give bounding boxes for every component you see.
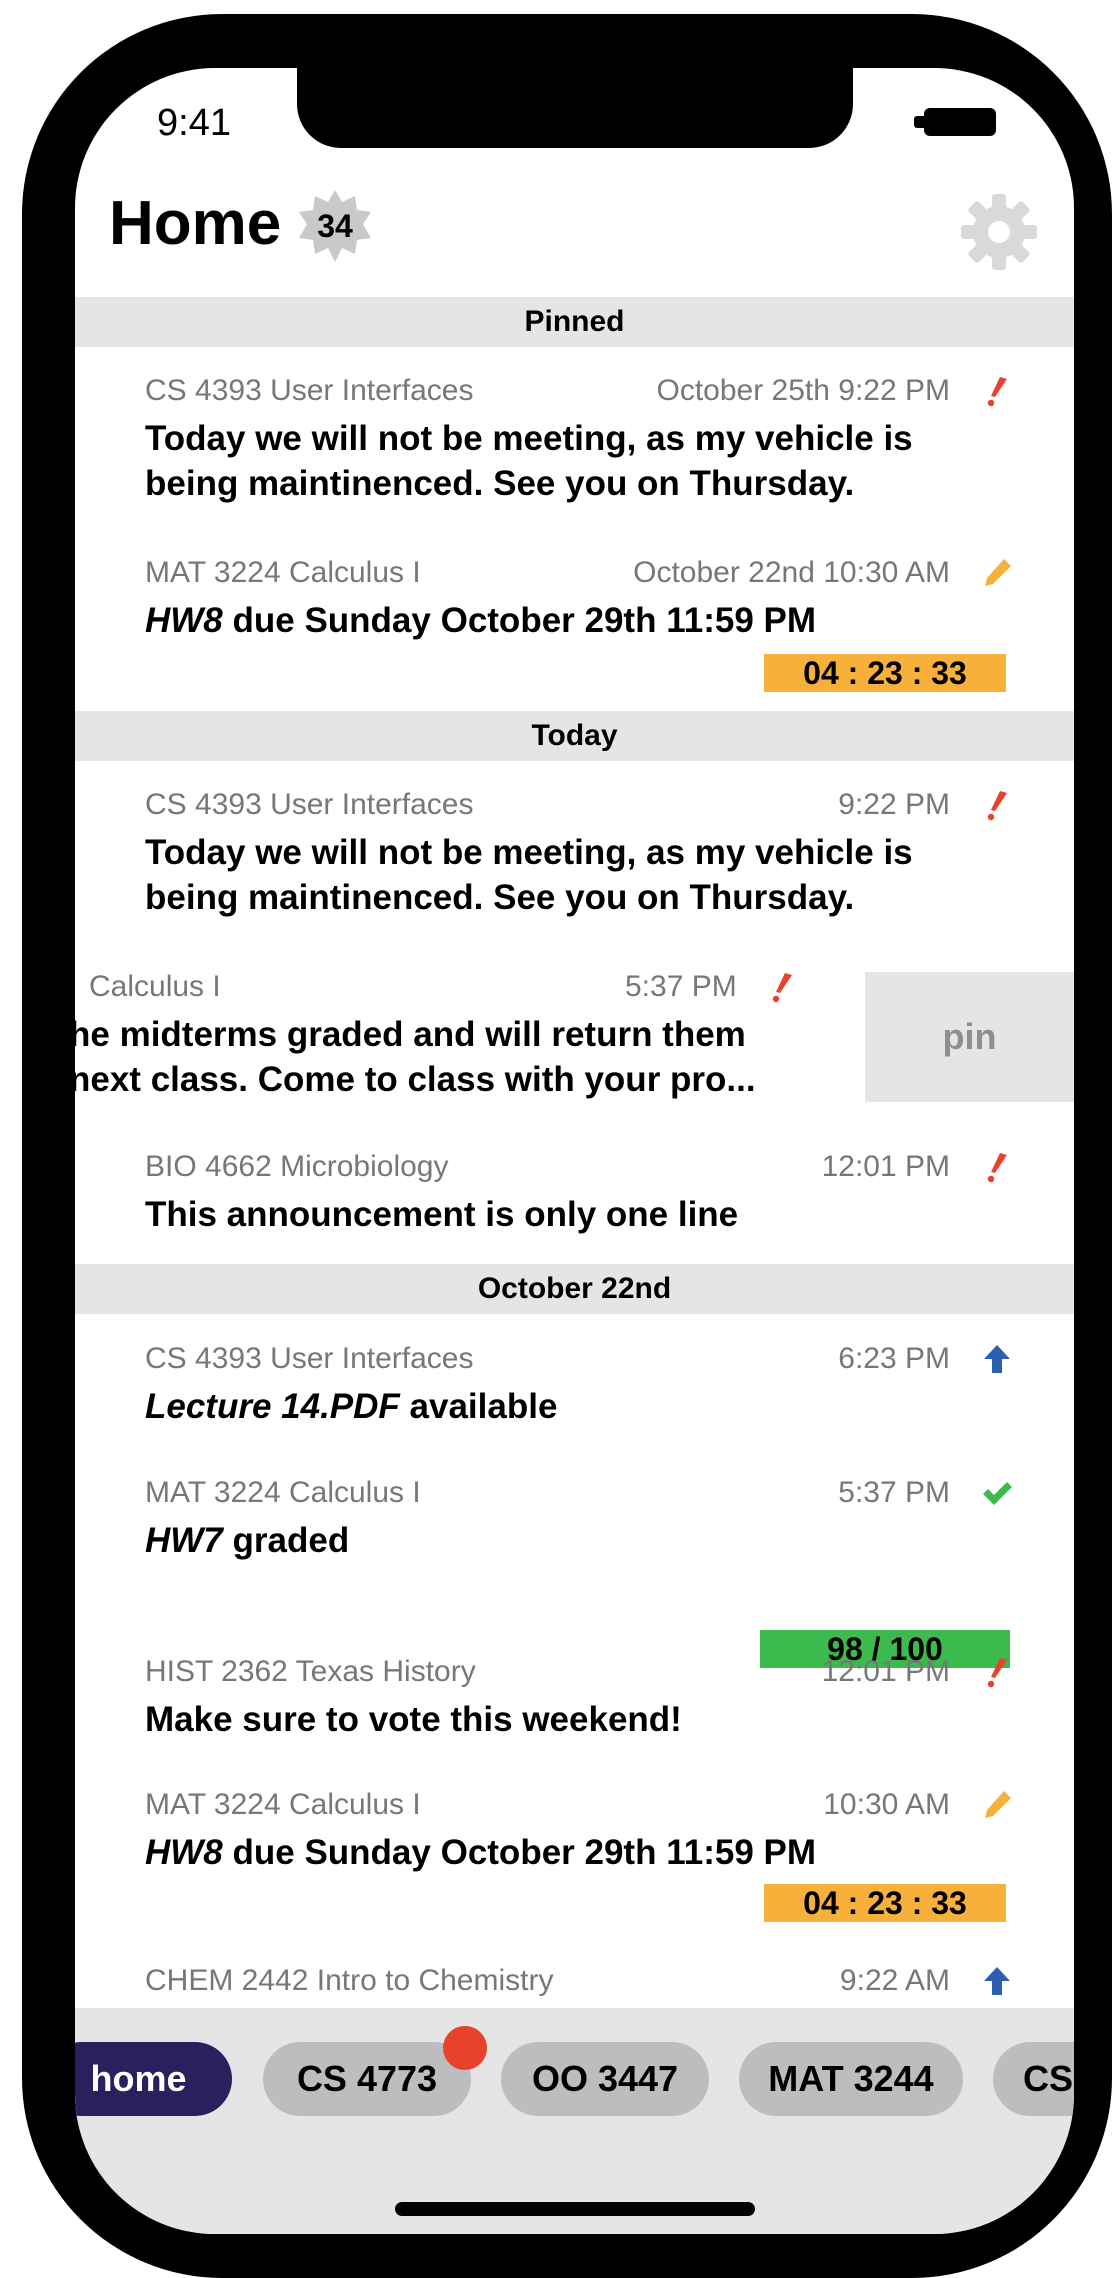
tab-oo-3447[interactable]: OO 3447 (501, 2042, 709, 2116)
exclamation-icon (987, 1658, 1007, 1688)
announcement-text: Lecture 14.PDF available (145, 1384, 1005, 1429)
file-name: Lecture 14.PDF (145, 1387, 400, 1426)
exclamation-icon (772, 973, 792, 1003)
tab-home[interactable]: home (75, 2042, 232, 2116)
notification-badge[interactable]: 34 (297, 188, 373, 264)
timestamp: 5:37 PM (625, 970, 737, 1003)
status-time: 9:41 (157, 102, 231, 144)
timestamp: 9:22 AM (839, 1964, 950, 1997)
timestamp: 12:01 PM (821, 1655, 950, 1688)
announcement-rest: graded (222, 1521, 350, 1560)
announcement-rest: due Sunday October 29th 11:59 PM (222, 1833, 817, 1872)
timestamp: 6:23 PM (838, 1342, 950, 1375)
announcement-text: Today we will not be meeting, as my vehi… (145, 833, 913, 917)
announcement-rest: due Sunday October 29th 11:59 PM (222, 601, 817, 640)
announcement-text: HW8 due Sunday October 29th 11:59 PM (145, 1830, 1005, 1875)
announcement-text-line2: next class. Come to class with your pro.… (75, 1060, 756, 1099)
section-header-october-22nd: October 22nd (75, 1264, 1074, 1314)
upload-arrow-icon (984, 1967, 1010, 1995)
announcement-text: HW8 due Sunday October 29th 11:59 PM (145, 598, 1005, 643)
countdown-timer: 04 : 23 : 33 (764, 654, 1006, 692)
announcement-text-line1: he midterms graded and will return them (75, 1015, 746, 1054)
phone-screen: 9:41 Home 34 Pinned CS 4393 User Interfa… (75, 68, 1074, 2234)
pencil-icon (985, 559, 1011, 586)
course-name: MAT 3224 Calculus I (145, 556, 421, 589)
pencil-icon (985, 1791, 1011, 1818)
announcement-text: Make sure to vote this weekend! (145, 1700, 682, 1739)
tab-mat-3244[interactable]: MAT 3244 (739, 2042, 963, 2116)
course-name: CHEM 2442 Intro to Chemistry (145, 1964, 554, 1997)
checkmark-icon (983, 1482, 1012, 1505)
notch (297, 68, 853, 148)
exclamation-icon (987, 791, 1007, 821)
course-tab-bar: home CS 4773 OO 3447 MAT 3244 CS (75, 2008, 1074, 2234)
announcement-text: Today we will not be meeting, as my vehi… (145, 419, 913, 503)
unread-dot (443, 2026, 487, 2070)
course-name: CS 4393 User Interfaces (145, 788, 474, 821)
announcement-text: This announcement is only one line (145, 1195, 739, 1234)
timestamp: 5:37 PM (838, 1476, 950, 1509)
exclamation-icon (987, 377, 1007, 407)
upload-arrow-icon (984, 1345, 1010, 1373)
timestamp: 12:01 PM (821, 1150, 950, 1183)
assignment-name: HW7 (145, 1521, 223, 1560)
course-name: BIO 4662 Microbiology (145, 1150, 449, 1183)
course-name: HIST 2362 Texas History (145, 1655, 476, 1688)
assignment-name: HW8 (145, 601, 223, 640)
page-title: Home (109, 189, 282, 258)
gear-icon[interactable] (959, 192, 1039, 272)
course-name: CS 4393 User Interfaces (145, 374, 474, 407)
timestamp: 10:30 AM (823, 1788, 950, 1821)
tab-cs-4773[interactable]: CS 4773 (263, 2042, 471, 2116)
course-name: CS 4393 User Interfaces (145, 1342, 474, 1375)
tab-cs[interactable]: CS (993, 2042, 1074, 2116)
course-name: MAT 3224 Calculus I (145, 1788, 421, 1821)
timestamp: 9:22 PM (838, 788, 950, 821)
battery-icon (914, 108, 996, 136)
course-name: Calculus I (89, 970, 221, 1003)
course-name: MAT 3224 Calculus I (145, 1476, 421, 1509)
timestamp: October 25th 9:22 PM (656, 374, 951, 407)
section-header-today: Today (75, 711, 1074, 761)
home-indicator[interactable] (395, 2202, 755, 2216)
timestamp: October 22nd 10:30 AM (633, 556, 950, 589)
announcement-rest: available (399, 1387, 558, 1426)
badge-count: 34 (317, 208, 353, 244)
exclamation-icon (987, 1153, 1007, 1183)
countdown-timer: 04 : 23 : 33 (764, 1884, 1006, 1922)
pin-button[interactable]: pin (865, 972, 1074, 1102)
assignment-name: HW8 (145, 1833, 223, 1872)
section-header-pinned: Pinned (75, 297, 1074, 347)
announcement-text: HW7 graded (145, 1518, 1005, 1563)
